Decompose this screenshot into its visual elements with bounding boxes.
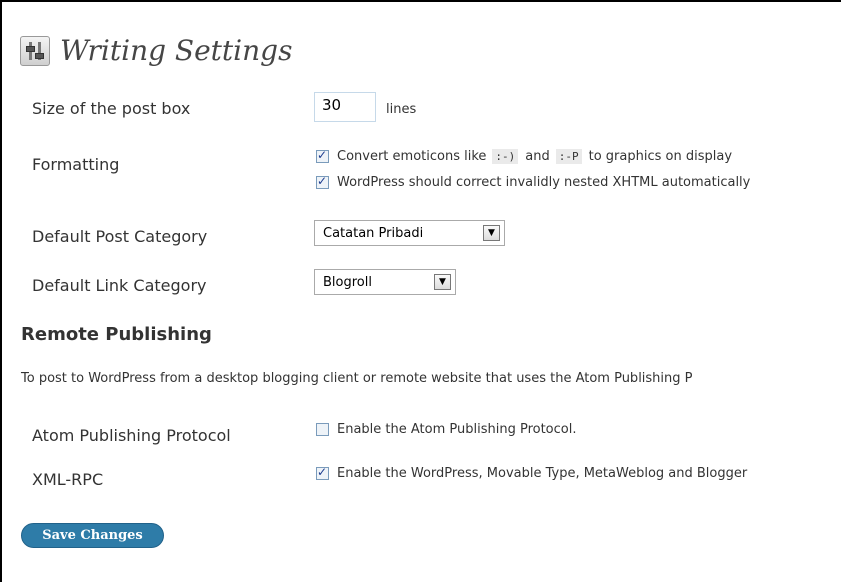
atom-checkbox[interactable]	[316, 423, 329, 436]
atom-label: Atom Publishing Protocol	[32, 426, 231, 445]
xhtml-correction-text: WordPress should correct invalidly neste…	[337, 175, 751, 190]
save-changes-button[interactable]: Save Changes	[21, 523, 164, 548]
default-post-category-value: Catatan Pribadi	[323, 225, 424, 241]
xhtml-correction-checkbox[interactable]	[316, 174, 329, 189]
formatting-label: Formatting	[32, 155, 120, 174]
post-box-size-label: Size of the post box	[32, 99, 191, 118]
emoticons-text-after: to graphics on display	[588, 149, 733, 164]
default-link-category-label: Default Link Category	[32, 276, 207, 295]
xmlrpc-label: XML-RPC	[32, 470, 104, 489]
emoticon-code-smile: :-)	[492, 149, 519, 164]
settings-sliders-icon	[20, 35, 50, 66]
chevron-down-icon[interactable]: ▼	[434, 274, 451, 290]
default-post-category-select[interactable]: Catatan Pribadi ▼	[314, 220, 505, 246]
remote-publishing-heading: Remote Publishing	[21, 324, 212, 345]
chevron-down-icon[interactable]: ▼	[483, 225, 500, 241]
default-link-category-value: Blogroll	[323, 274, 372, 290]
page-header: Writing Settings	[20, 34, 292, 67]
atom-option: Enable the Atom Publishing Protocol.	[316, 422, 576, 437]
page-title: Writing Settings	[60, 34, 293, 67]
remote-publishing-description: To post to WordPress from a desktop blog…	[21, 371, 693, 386]
xhtml-option: WordPress should correct invalidly neste…	[316, 174, 751, 190]
emoticons-text-mid: and	[525, 149, 550, 164]
xmlrpc-checkbox[interactable]	[316, 465, 329, 480]
emoticons-checkbox[interactable]	[316, 148, 329, 163]
default-link-category-select[interactable]: Blogroll ▼	[314, 269, 456, 295]
atom-option-text: Enable the Atom Publishing Protocol.	[337, 422, 577, 437]
emoticons-option: Convert emoticons like :-) and :-P to gr…	[316, 148, 733, 164]
emoticons-text-before: Convert emoticons like	[337, 149, 487, 164]
xmlrpc-option-text: Enable the WordPress, Movable Type, Meta…	[337, 466, 748, 481]
xmlrpc-option: Enable the WordPress, Movable Type, Meta…	[316, 465, 748, 481]
post-box-size-input[interactable]: 30	[314, 92, 376, 122]
default-post-category-label: Default Post Category	[32, 227, 208, 246]
post-box-unit-label: lines	[386, 102, 417, 117]
emoticon-code-tongue: :-P	[555, 149, 582, 164]
